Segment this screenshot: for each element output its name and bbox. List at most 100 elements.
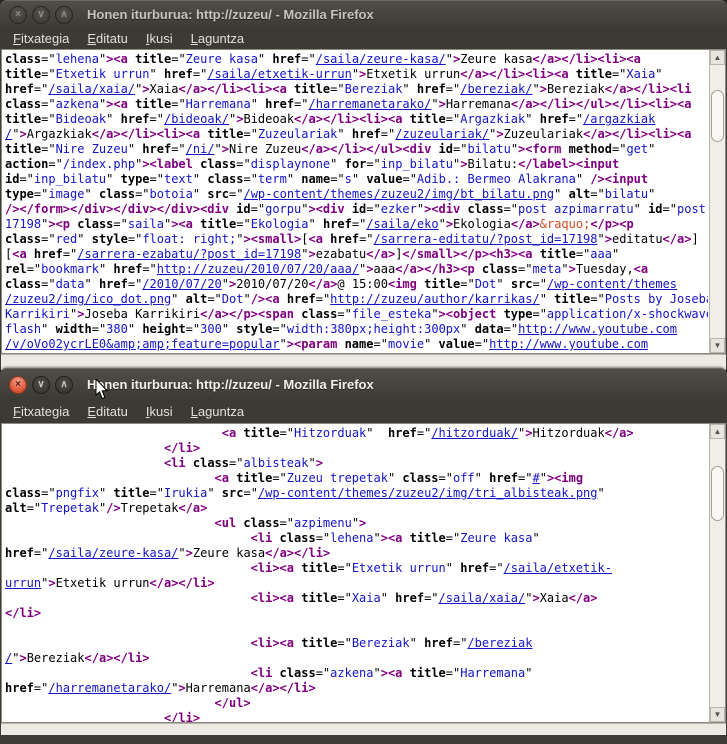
text-token: " (287, 172, 294, 186)
text-token: =" (34, 82, 48, 96)
source-link[interactable]: urrun (5, 576, 41, 590)
scroll-down-button[interactable]: ▼ (710, 338, 725, 353)
attribute-token: class (200, 172, 243, 186)
titlebar-top[interactable]: × ∨ ∧ Honen iturburua: http://zuzeu/ - Moz… (0, 0, 727, 28)
tag-token: ><p (48, 217, 70, 231)
attribute-token: id (345, 202, 367, 216)
source-link[interactable]: /wp-content/themes (547, 277, 677, 291)
source-link[interactable]: /ni/ (186, 142, 215, 156)
source-link[interactable]: /bereziak (467, 636, 532, 650)
source-link[interactable]: /saila/zeure-kasa/ (48, 546, 178, 560)
scrollbar[interactable]: ▲ ▼ (709, 424, 725, 722)
text-token: Harremana (186, 681, 251, 695)
window-title: Honen iturburua: http://zuzeu/ - Mozilla… (87, 7, 374, 22)
attribute-token: href (113, 112, 149, 126)
menu-fitxategia[interactable]: Fitxategia (4, 28, 78, 49)
minimize-button[interactable]: ∨ (32, 376, 50, 394)
source-link[interactable]: /zuzeulariak/ (395, 127, 489, 141)
menu-laguntza[interactable]: Laguntza (182, 28, 254, 49)
tag-token: </a> (605, 426, 634, 440)
attribute-token: class (5, 52, 41, 66)
attribute-token: style (85, 232, 128, 246)
text-token: ezabatu (316, 247, 367, 261)
source-link[interactable]: /wp-content/themes/zuzeu2/img/tri_albist… (258, 486, 598, 500)
source-link[interactable]: /saila/etxetik- (504, 561, 612, 575)
source-link[interactable]: /saila/eko (366, 217, 438, 231)
attribute-token: class (294, 307, 337, 321)
text-token: =" (150, 172, 164, 186)
source-link[interactable]: /v/oVo02ycrLE0&amp;amp;feature=popular (5, 337, 280, 351)
menu-fitxategia[interactable]: Fitxategia (4, 400, 78, 423)
attribute-token: title (417, 277, 460, 291)
text-token: " (381, 591, 388, 605)
source-line: <li class="albisteak"> (5, 456, 708, 471)
close-button[interactable]: × (9, 376, 27, 394)
titlebar-bottom[interactable]: ×∨∧ Honen iturburua: http://zuzeu/ - Moz… (0, 368, 727, 400)
source-link[interactable]: /harremanetarako/ (309, 97, 432, 111)
text-token: =" (316, 531, 330, 545)
attribute-token: title (193, 217, 236, 231)
text-token: =" (171, 142, 185, 156)
source-line: </ul> (5, 696, 708, 711)
source-link[interactable]: /sarrera-editatu/?post_id=17198 (374, 232, 598, 246)
source-link[interactable]: /bideoak/ (164, 112, 229, 126)
value-token: text (164, 172, 193, 186)
scroll-up-button[interactable]: ▲ (710, 424, 725, 439)
tag-token: </a></li><li><a (294, 112, 402, 126)
tag-token: <li><a (251, 561, 294, 575)
tag-token: </a></li> (251, 681, 316, 695)
value-token: bookmark (41, 262, 99, 276)
scrollbar[interactable]: ▲ ▼ (709, 50, 725, 353)
source-link[interactable]: /hitzorduak/ (431, 426, 518, 440)
scroll-up-button[interactable]: ▲ (710, 50, 725, 65)
source-link[interactable]: /2010/07/20 (142, 277, 221, 291)
menu-ikusi[interactable]: Ikusi (137, 400, 182, 423)
tag-token: > (308, 247, 315, 261)
maximize-button[interactable]: ∧ (55, 376, 73, 394)
source-link[interactable]: /saila/zeure-kasa/ (316, 52, 446, 66)
text-token: =" (150, 486, 164, 500)
text-token: =" (92, 322, 106, 336)
text-token: =" (171, 52, 185, 66)
attribute-token: href (135, 142, 171, 156)
source-line: </li> (5, 606, 708, 621)
minimize-button[interactable]: ∨ (32, 6, 50, 24)
attribute-token: title (128, 52, 171, 66)
source-link[interactable]: /bereziak/ (460, 82, 532, 96)
close-button[interactable]: × (9, 6, 27, 24)
tag-token: </a></li></ul></li><li><a (511, 97, 692, 111)
source-link[interactable]: http://www.youtube.com (489, 337, 648, 351)
tag-token: </a> (569, 591, 598, 605)
source-link[interactable]: /argazkiak (583, 112, 655, 126)
source-link[interactable]: /harremanetarako/ (48, 681, 171, 695)
maximize-button[interactable]: ∧ (55, 6, 73, 24)
tag-token: <img (388, 277, 417, 291)
source-link[interactable]: /zuzeu2/img/ico_dot.png (5, 292, 171, 306)
menu-ikusi[interactable]: Ikusi (137, 28, 182, 49)
text-token: =" (330, 82, 344, 96)
text-token: " (446, 561, 453, 575)
attribute-token: href (280, 292, 316, 306)
text-token: =" (569, 112, 583, 126)
value-token: Adib.: Bermeo Alakrana (417, 172, 576, 186)
tag-token: ><param (287, 337, 338, 351)
menu-laguntza[interactable]: Laguntza (182, 400, 254, 423)
source-link[interactable]: /wp-content/themes/zuzeu2/img/bt_bilatu.… (243, 187, 554, 201)
text-token: " (128, 322, 135, 336)
source-link[interactable]: /saila/xaia/ (48, 82, 135, 96)
menu-editatu[interactable]: Editatu (78, 28, 136, 49)
scrollbar-thumb[interactable] (711, 466, 724, 521)
scroll-down-button[interactable]: ▼ (710, 707, 725, 722)
source-link[interactable]: /saila/etxetik-urrun (207, 67, 352, 81)
source-link[interactable]: /sarrera-ezabatu/?post_id=17198 (77, 247, 301, 261)
source-link[interactable]: http://www.youtube.com (518, 322, 677, 336)
text-token: =" (294, 97, 308, 111)
scrollbar-thumb[interactable] (711, 90, 724, 142)
source-link[interactable]: http://zuzeu/2010/07/20/aaa/ (157, 262, 359, 276)
source-link[interactable]: /saila/xaia/ (439, 591, 526, 605)
menu-editatu[interactable]: Editatu (78, 400, 136, 423)
source-line: /">Argazkiak</a></li><li><a title="Zuzeu… (5, 127, 708, 142)
text-token: =" (135, 187, 149, 201)
source-link[interactable]: # (532, 471, 539, 485)
source-link[interactable]: http://zuzeu/author/karrikas/ (330, 292, 540, 306)
